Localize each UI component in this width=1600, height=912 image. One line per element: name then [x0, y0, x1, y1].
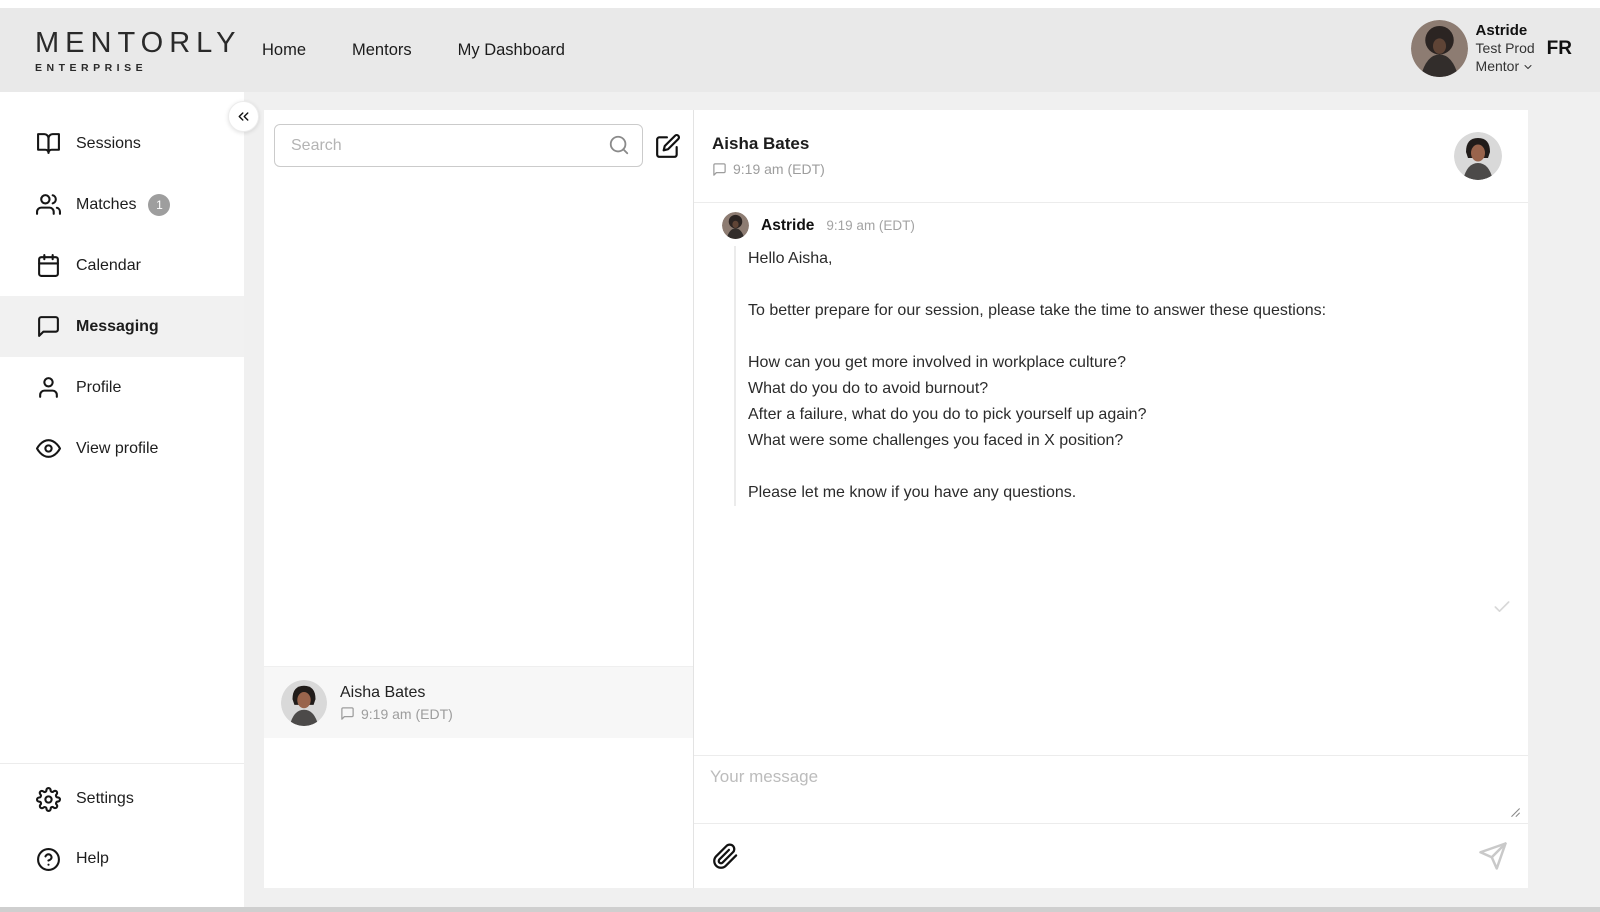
sidebar-item-label: Matches [76, 196, 136, 214]
conversation-avatar [281, 680, 327, 726]
sidebar-item-profile[interactable]: Profile [0, 357, 244, 418]
search-row [264, 110, 693, 167]
sidebar-item-matches[interactable]: Matches 1 [0, 174, 244, 235]
conversation-name: Aisha Bates [340, 684, 453, 702]
chat-contact-time: 9:19 am (EDT) [712, 161, 1528, 177]
sidebar-item-label: View profile [76, 440, 158, 458]
chat-contact-avatar [1454, 132, 1502, 180]
send-message-button[interactable] [1474, 837, 1512, 875]
message-header: Astride 9:19 am (EDT) [722, 212, 1528, 239]
conversation-list-item[interactable]: Aisha Bates 9:19 am (EDT) [264, 666, 693, 738]
sidebar-item-label: Help [76, 850, 109, 868]
sidebar-item-settings[interactable]: Settings [0, 769, 244, 829]
user-org: Test Prod [1476, 40, 1535, 58]
paperclip-icon [712, 843, 739, 870]
sidebar-footer: Settings Help [0, 763, 244, 889]
chat-message: Astride 9:19 am (EDT) Hello Aisha, To be… [722, 212, 1528, 506]
user-info: Astride Test Prod Mentor [1476, 22, 1535, 76]
message-input[interactable] [694, 756, 1528, 823]
brand-subtitle: ENTERPRISE [35, 62, 220, 74]
sidebar-item-messaging[interactable]: Messaging [0, 296, 244, 357]
user-icon [36, 375, 61, 400]
nav-mentors[interactable]: Mentors [352, 41, 412, 60]
sidebar-item-label: Sessions [76, 135, 141, 153]
compose-icon [655, 133, 681, 159]
user-menu[interactable]: Astride Test Prod Mentor FR [1411, 20, 1572, 77]
chat-contact-name: Aisha Bates [712, 134, 1528, 154]
eye-icon [36, 436, 61, 461]
chevron-down-icon [1522, 61, 1534, 73]
message-composer [694, 755, 1528, 823]
message-sender-avatar [722, 212, 749, 239]
sidebar-item-label: Settings [76, 790, 134, 808]
help-circle-icon [36, 847, 61, 872]
search-icon [608, 134, 630, 156]
messaging-content: Aisha Bates 9:19 am (EDT) Aisha Bates 9:… [264, 110, 1528, 888]
compose-button[interactable] [655, 133, 681, 159]
sidebar-item-label: Profile [76, 379, 121, 397]
conversation-time-label: 9:19 am (EDT) [361, 706, 453, 722]
sidebar-collapse-button[interactable] [228, 101, 259, 132]
sidebar: Sessions Matches 1 Calendar Messaging Pr… [0, 92, 244, 912]
sidebar-item-view-profile[interactable]: View profile [0, 418, 244, 479]
window-bottom-edge [0, 907, 1600, 912]
resize-handle-icon[interactable] [1508, 805, 1521, 818]
brand-name: MENTORLY [35, 27, 220, 60]
chat-contact-time-label: 9:19 am (EDT) [733, 161, 825, 177]
message-sender-name: Astride [761, 217, 814, 235]
search-input[interactable] [274, 124, 643, 167]
calendar-icon [36, 253, 61, 278]
chat-bubble-icon [36, 314, 61, 339]
conversation-time: 9:19 am (EDT) [340, 706, 453, 722]
chat-message-list: Astride 9:19 am (EDT) Hello Aisha, To be… [694, 203, 1528, 755]
composer-toolbar [694, 823, 1528, 888]
book-open-icon [36, 131, 61, 156]
nav-my-dashboard[interactable]: My Dashboard [458, 41, 565, 60]
chat-bubble-icon [712, 162, 727, 177]
user-avatar[interactable] [1411, 20, 1468, 77]
send-icon [1478, 841, 1508, 871]
matches-count-badge: 1 [148, 194, 170, 216]
chat-pane: Aisha Bates 9:19 am (EDT) Astride 9:19 a… [694, 110, 1528, 888]
users-icon [36, 192, 61, 217]
nav-home[interactable]: Home [262, 41, 306, 60]
conversation-list-empty-space [264, 167, 693, 666]
user-name: Astride [1476, 22, 1535, 41]
sidebar-item-sessions[interactable]: Sessions [0, 113, 244, 174]
conversation-list-pane: Aisha Bates 9:19 am (EDT) [264, 110, 694, 888]
user-role-dropdown[interactable]: Mentor [1476, 58, 1535, 76]
search-input-wrapper [274, 124, 643, 167]
conversation-meta: Aisha Bates 9:19 am (EDT) [340, 684, 453, 722]
message-body: Hello Aisha, To better prepare for our s… [734, 246, 1454, 506]
sidebar-item-label: Calendar [76, 257, 141, 275]
user-role-label: Mentor [1476, 58, 1520, 76]
chevrons-left-icon [235, 108, 252, 125]
main-nav: Home Mentors My Dashboard [262, 41, 565, 60]
sidebar-item-calendar[interactable]: Calendar [0, 235, 244, 296]
app-header: MENTORLY ENTERPRISE Home Mentors My Dash… [0, 8, 1600, 92]
chat-bubble-icon [340, 706, 355, 721]
chat-header: Aisha Bates 9:19 am (EDT) [694, 110, 1528, 203]
sidebar-item-help[interactable]: Help [0, 829, 244, 889]
language-selector[interactable]: FR [1547, 38, 1572, 60]
sidebar-item-label: Messaging [76, 318, 159, 336]
message-timestamp: 9:19 am (EDT) [826, 218, 915, 233]
check-icon [1492, 597, 1512, 617]
attach-file-button[interactable] [708, 839, 743, 874]
gear-icon [36, 787, 61, 812]
brand-logo[interactable]: MENTORLY ENTERPRISE [35, 27, 220, 74]
